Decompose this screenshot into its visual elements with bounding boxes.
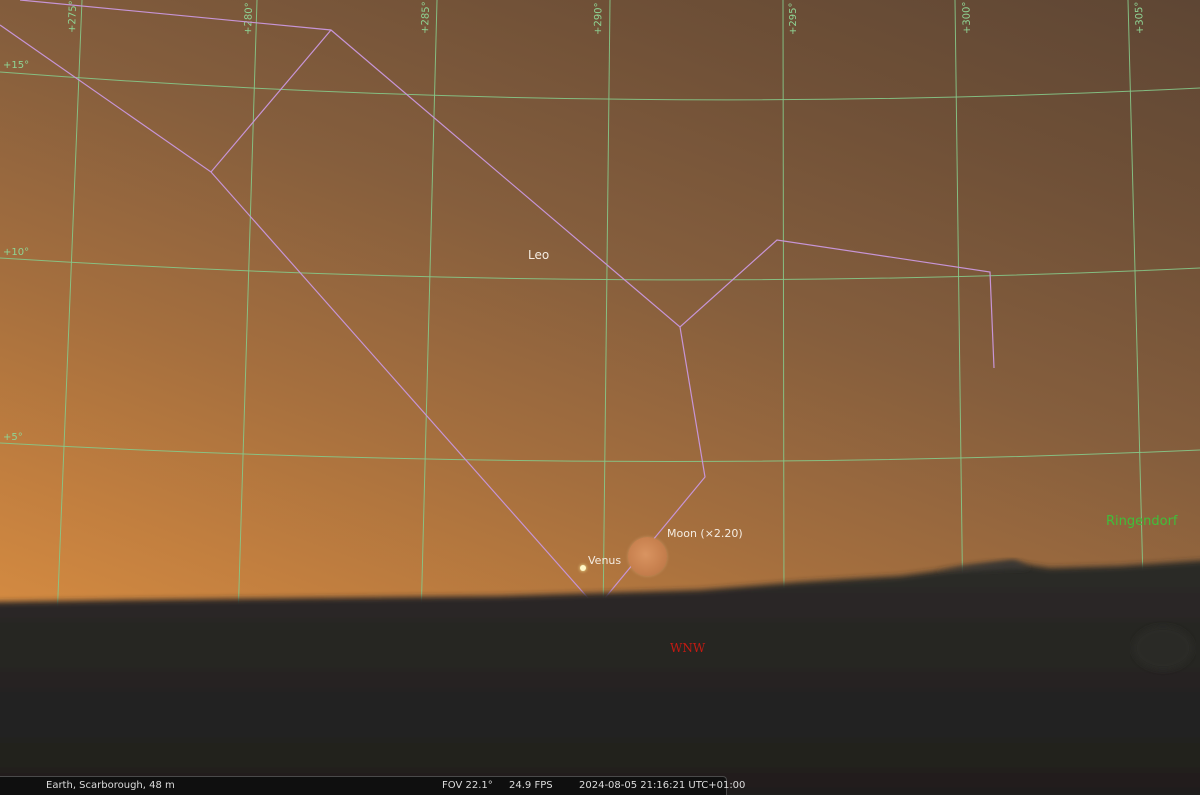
landscape: [0, 560, 1200, 795]
fps-readout: 24.9 FPS: [509, 780, 553, 791]
fov-readout: FOV 22.1°: [442, 780, 493, 791]
foreground-bush: [1133, 626, 1193, 670]
datetime-readout[interactable]: 2024-08-05 21:16:21 UTC+01:00: [579, 780, 745, 791]
status-bar: Earth, Scarborough, 48 m FOV 22.1° 24.9 …: [0, 776, 745, 795]
sky-view[interactable]: +275° +280° +285° +290° +295° +300° +305…: [0, 0, 1200, 795]
location-readout[interactable]: Earth, Scarborough, 48 m: [46, 780, 175, 791]
compass-label-wnw: WNW: [670, 641, 706, 655]
landscape-label-ringendorf: Ringendorf: [1106, 514, 1178, 529]
ground-silhouette: [0, 560, 1200, 795]
